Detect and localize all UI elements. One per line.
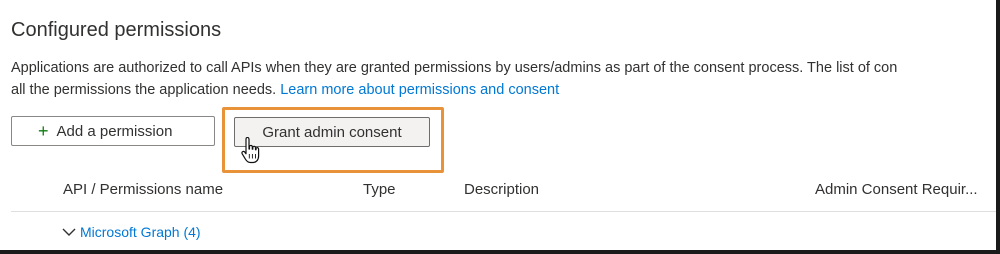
description-line-2: all the permissions the application need…	[11, 79, 996, 101]
permission-group-label[interactable]: Microsoft Graph (4)	[80, 224, 201, 240]
permission-group-row[interactable]: Microsoft Graph (4)	[62, 221, 201, 243]
chevron-down-icon	[62, 228, 76, 236]
description-line-1: Applications are authorized to call APIs…	[11, 60, 898, 76]
window-edge-bottom	[0, 250, 1000, 254]
section-description: Applications are authorized to call APIs…	[11, 57, 996, 101]
description-line-2-text: all the permissions the application need…	[11, 82, 277, 98]
add-permission-label: Add a permission	[56, 122, 173, 140]
page: Configured permissions Applications are …	[0, 0, 1000, 254]
permissions-table-header: API / Permissions name Type Description …	[0, 178, 1000, 202]
section-title: Configured permissions	[11, 19, 222, 41]
add-permission-button[interactable]: + Add a permission	[11, 116, 215, 146]
hand-pointer-icon	[241, 137, 260, 164]
learn-more-link[interactable]: Learn more about permissions and consent	[280, 82, 559, 98]
table-header-divider	[11, 211, 996, 212]
grant-admin-consent-label: Grant admin consent	[262, 123, 402, 141]
column-header-admin-consent: Admin Consent Requir...	[815, 181, 978, 198]
window-edge-right	[996, 0, 1000, 254]
column-header-api: API / Permissions name	[63, 181, 224, 198]
plus-icon: +	[38, 121, 49, 141]
column-header-type: Type	[363, 181, 396, 198]
grant-admin-consent-button[interactable]: Grant admin consent	[234, 117, 430, 147]
column-header-description: Description	[464, 181, 540, 198]
